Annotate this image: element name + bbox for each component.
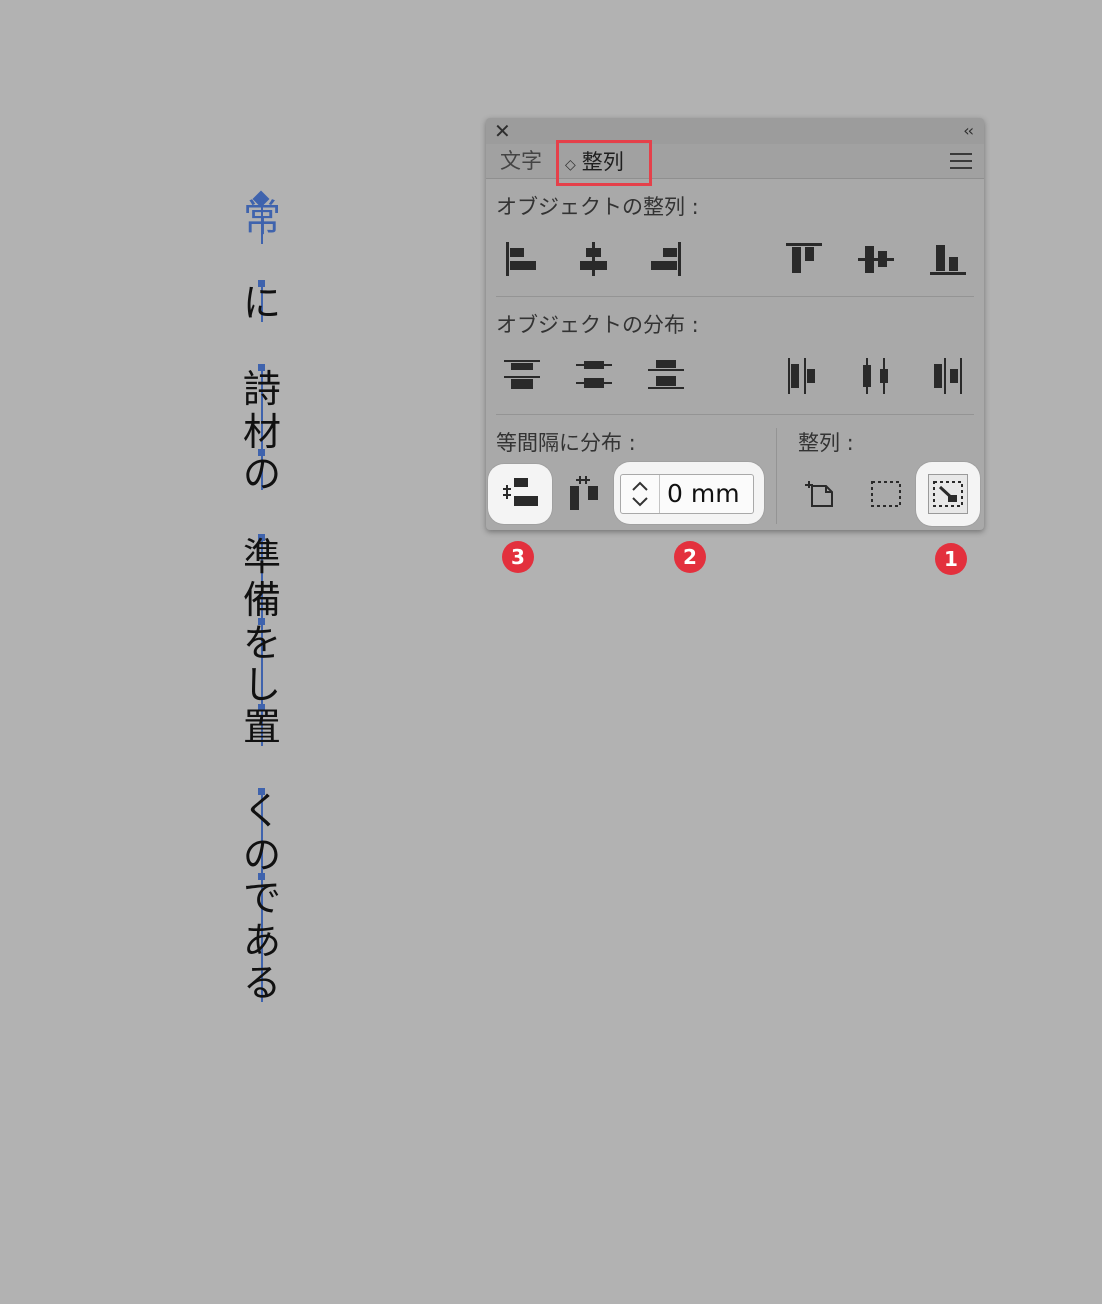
tab-options-toggle-icon: ◇ [565, 157, 576, 173]
stepper-arrows-icon [632, 481, 648, 507]
section-divider [496, 414, 974, 415]
tab-align-highlight[interactable]: ◇ 整列 [556, 140, 652, 186]
align-left-icon[interactable] [502, 240, 542, 280]
align-vertical-center-icon[interactable] [856, 240, 896, 280]
vertical-char: の [242, 452, 281, 496]
vertical-char: し [242, 663, 281, 707]
distribute-left-icon[interactable] [784, 356, 824, 396]
spacing-stepper[interactable] [621, 475, 660, 513]
distribute-vertical-center-icon[interactable] [574, 356, 614, 396]
align-right-icon[interactable] [646, 240, 686, 280]
section-divider [496, 296, 974, 297]
distribute-top-icon[interactable] [502, 356, 542, 396]
tab-align-label: 整列 [581, 150, 624, 174]
section-divider-vertical [776, 428, 777, 524]
close-icon[interactable]: ✕ [494, 120, 511, 142]
distribute-spacing-label: 等間隔に分布 : [496, 431, 636, 455]
align-horizontal-center-icon[interactable] [574, 240, 614, 280]
align-objects-label: オブジェクトの整列 : [496, 195, 699, 219]
distribute-right-icon[interactable] [928, 356, 968, 396]
vertical-char: 備 [242, 578, 281, 622]
distribute-horizontal-center-icon[interactable] [856, 356, 896, 396]
vertical-char: る [242, 961, 281, 1005]
vertical-text-object[interactable]: 常 に 詩 材 の 準 備 を し 置 く の で あ る [0, 0, 560, 1100]
distribute-objects-label: オブジェクトの分布 : [496, 313, 699, 337]
vertical-char: 置 [242, 705, 281, 749]
annotation-badge-1: 1 [935, 543, 967, 575]
spacing-value: 0 mm [667, 479, 740, 508]
annotation-badge-3: 3 [502, 541, 534, 573]
vertical-char-selected: 常 [242, 196, 281, 240]
align-to-selection-icon[interactable] [866, 474, 906, 514]
vertical-char: の [242, 833, 281, 877]
vertical-distribute-space-icon[interactable] [500, 474, 540, 514]
vertical-char: で [242, 876, 281, 920]
panel-menu-icon[interactable] [950, 153, 972, 169]
tab-character[interactable]: 文字 [500, 148, 542, 174]
align-to-label: 整列 : [798, 431, 854, 455]
align-panel: ✕ ‹‹ 文字 ◇ 整列 オブジェクトの整列 : オブジェクトの分布 : 等間隔… [486, 118, 984, 530]
collapse-panel-icon[interactable]: ‹‹ [963, 120, 974, 142]
horizontal-distribute-space-icon[interactable] [566, 474, 606, 514]
align-to-artboard-icon[interactable] [802, 474, 842, 514]
align-top-icon[interactable] [784, 240, 824, 280]
vertical-char: 材 [242, 410, 281, 454]
spacing-value-field[interactable]: 0 mm [620, 474, 754, 514]
vertical-char: 準 [242, 535, 281, 579]
annotation-badge-2: 2 [674, 541, 706, 573]
panel-tab-bar: 文字 ◇ 整列 [486, 140, 984, 186]
vertical-char: を [242, 621, 281, 665]
distribute-bottom-icon[interactable] [646, 356, 686, 396]
vertical-char: に [242, 281, 281, 325]
align-to-key-object-icon[interactable] [928, 474, 968, 514]
vertical-char: あ [242, 919, 281, 963]
tab-align[interactable]: ◇ 整列 [565, 147, 624, 180]
vertical-char: く [242, 789, 281, 833]
align-bottom-icon[interactable] [928, 240, 968, 280]
vertical-char: 詩 [242, 367, 281, 411]
